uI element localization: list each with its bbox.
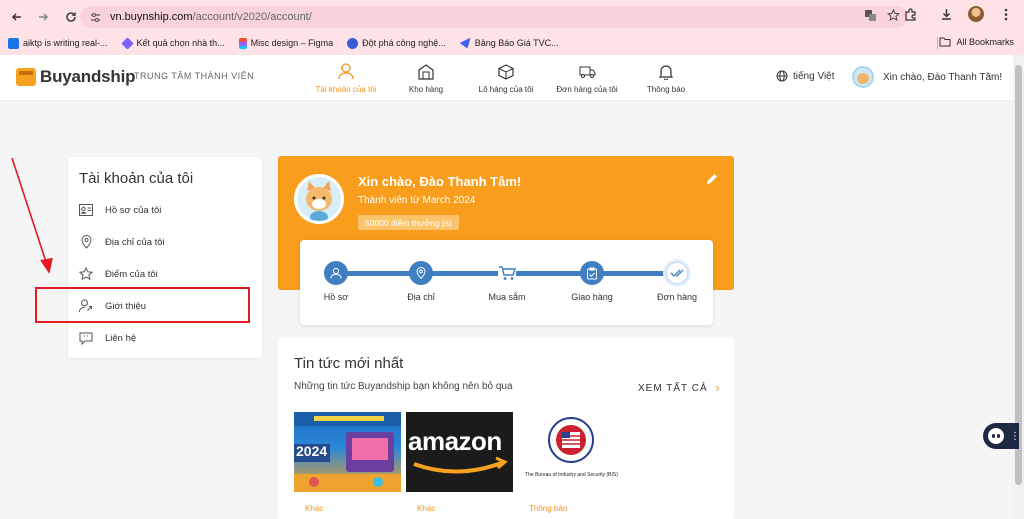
sidebar-item-contact[interactable]: Liên hệ <box>79 328 136 348</box>
header-subtitle: TRUNG TÂM THÀNH VIÊN <box>134 71 255 81</box>
reload-icon[interactable] <box>60 6 82 28</box>
back-icon[interactable] <box>6 6 28 28</box>
news-section: Tin tức mới nhất Những tin tức Buyandshi… <box>278 337 734 519</box>
news-thumbnail-text: The Bureau of Industry and Security (BIS… <box>525 472 618 478</box>
news-category[interactable]: Khác <box>305 504 323 513</box>
bookmark-favicon-icon <box>120 36 134 50</box>
id-card-icon <box>79 203 93 217</box>
address-bar[interactable]: vn.buynship.com/account/v2020/account/ <box>80 6 908 28</box>
bookmark-item[interactable]: aiktp is writing real-... <box>8 37 108 49</box>
sidebar-title: Tài khoản của tôi <box>79 170 194 187</box>
chevron-right-icon: › <box>715 381 721 395</box>
profile-avatar[interactable] <box>968 6 984 22</box>
cart-icon <box>495 261 519 285</box>
extensions-icon[interactable] <box>902 6 918 22</box>
sidebar-item-address[interactable]: Địa chỉ của tôi <box>79 232 165 252</box>
location-pin-icon <box>409 261 433 285</box>
star-icon <box>79 267 93 281</box>
user-icon <box>337 63 355 81</box>
bell-icon <box>657 63 675 81</box>
bookmarks-bar: aiktp is writing real-... Kết quả chọn n… <box>0 33 1024 53</box>
step-address[interactable]: Địa chỉ <box>391 261 451 302</box>
news-thumbnail-text: 2024 <box>296 443 328 459</box>
download-icon[interactable] <box>938 6 954 22</box>
bookmark-star-icon[interactable] <box>887 8 900 25</box>
language-selector[interactable]: tiếng Việt <box>776 70 835 82</box>
avatar[interactable] <box>294 174 344 224</box>
user-menu[interactable]: Xin chào, Đào Thanh Tâm! <box>852 66 1002 88</box>
forward-icon[interactable] <box>32 6 54 28</box>
news-category[interactable]: Thông báo <box>529 504 567 513</box>
page-scrollbar[interactable] <box>1013 55 1024 519</box>
menu-kebab-icon[interactable] <box>998 6 1014 22</box>
profile-greeting: Xin chào, Đào Thanh Tâm! <box>358 174 522 189</box>
url-host: vn.buynship.com <box>110 11 193 23</box>
truck-icon <box>578 63 596 81</box>
warehouse-icon <box>417 63 435 81</box>
double-check-icon <box>665 261 689 285</box>
bookmark-item[interactable]: Kết quả chọn nhà th... <box>120 36 225 50</box>
chat-widget-button[interactable]: ⋮ <box>983 423 1020 449</box>
avatar <box>852 66 874 88</box>
nav-my-orders[interactable]: Đơn hàng của tôi <box>550 55 624 101</box>
more-dots-icon: ⋮ <box>1010 430 1020 442</box>
news-category[interactable]: Khác <box>417 504 435 513</box>
figma-icon <box>238 37 247 49</box>
step-shopping[interactable]: Mua sắm <box>477 261 537 302</box>
annotation-highlight-box <box>35 287 250 323</box>
member-since: Thành viên từ March 2024 <box>358 195 476 206</box>
points-badge: 50000 điểm thưởng (s) <box>358 215 459 230</box>
bookmark-favicon-icon <box>8 37 19 49</box>
box-logo-icon <box>16 68 36 86</box>
site-header: Buyandship TRUNG TÂM THÀNH VIÊN Tài khoả… <box>0 55 1013 101</box>
nav-my-account[interactable]: Tài khoản của tôi <box>306 55 386 101</box>
edit-pencil-icon[interactable] <box>705 172 719 186</box>
bookmark-item[interactable]: Bảng Báo Giá TVC... <box>459 37 559 49</box>
location-pin-icon <box>79 235 93 249</box>
news-subtitle: Những tin tức Buyandship bạn không nên b… <box>294 381 513 392</box>
news-thumbnail[interactable]: amazon <box>406 412 513 492</box>
chat-icon <box>79 331 93 345</box>
bookmark-favicon-icon <box>347 37 359 49</box>
news-title: Tin tức mới nhất <box>294 355 404 372</box>
step-profile[interactable]: Hồ sơ <box>306 261 366 302</box>
translate-icon[interactable] <box>864 9 877 25</box>
step-delivery[interactable]: Giao hàng <box>562 261 622 302</box>
site-settings-icon[interactable] <box>88 10 102 24</box>
globe-icon <box>776 70 788 82</box>
browser-chrome: vn.buynship.com/account/v2020/account/ a… <box>0 0 1024 55</box>
sidebar-item-profile[interactable]: Hồ sơ của tôi <box>79 200 161 220</box>
news-thumbnail[interactable]: The Bureau of Industry and Security (BIS… <box>518 412 625 492</box>
url-path: /account/v2020/account/ <box>192 11 312 23</box>
account-sidebar: Tài khoản của tôi Hồ sơ của tôi Địa chỉ … <box>68 157 262 358</box>
news-thumbnail[interactable]: 2024 <box>294 412 401 492</box>
chat-bot-icon <box>988 428 1004 444</box>
nav-notifications[interactable]: Thông báo <box>638 55 694 101</box>
brand-logo[interactable]: Buyandship <box>16 67 135 87</box>
nav-warehouse[interactable]: Kho hàng <box>395 55 457 101</box>
bookmark-favicon-icon <box>459 37 471 49</box>
sidebar-item-points[interactable]: Điểm của tôi <box>79 264 158 284</box>
annotation-arrow <box>11 157 53 275</box>
clipboard-check-icon <box>580 261 604 285</box>
see-all-link[interactable]: XEM TẤT CẢ › <box>638 381 721 395</box>
folder-icon <box>939 37 951 47</box>
onboarding-steps: Hồ sơ Địa chỉ Mua sắm Giao hàng Đơn hàng <box>300 240 713 325</box>
user-icon <box>324 261 348 285</box>
bookmark-item[interactable]: Đột phá công nghệ... <box>347 37 446 49</box>
box-icon <box>497 63 515 81</box>
step-orders[interactable]: Đơn hàng <box>647 261 707 302</box>
nav-my-shipments[interactable]: Lô hàng của tôi <box>470 55 542 101</box>
all-bookmarks[interactable]: All Bookmarks <box>939 37 1014 47</box>
news-thumbnail-text: amazon <box>408 426 502 456</box>
bookmark-item[interactable]: Misc design – Figma <box>238 37 333 49</box>
